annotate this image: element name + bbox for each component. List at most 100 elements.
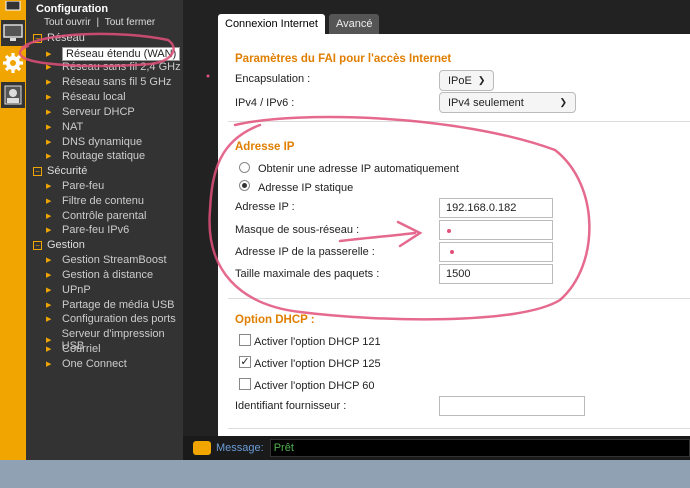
encapsulation-value: IPoE [448,74,472,87]
nav-item-parental-control[interactable]: ▶ Contrôle parental [46,210,146,222]
chevron-down-icon: ❯ [559,97,567,107]
arrow-icon: ▶ [46,302,52,309]
dhcp60-checkbox[interactable] [239,378,251,390]
nav-item-dhcp[interactable]: ▶ Serveur DHCP [46,106,135,118]
status-label: Message: [216,442,264,454]
nav-item-one-connect[interactable]: ▶ One Connect [46,358,127,370]
close-all-link[interactable]: Tout fermer [105,17,156,28]
mtu-input[interactable]: 1500 [439,264,553,284]
dhcp-heading: Option DHCP : [235,314,315,326]
arrow-icon: ▶ [46,213,52,220]
vendor-id-input[interactable] [439,396,585,416]
tab-bar: Connexion Internet Avancé [218,14,383,34]
status-message: Prêt [269,439,690,457]
tab-advanced[interactable]: Avancé [328,14,380,34]
monitor-icon [3,24,23,41]
nav-open-close: Tout ouvrir | Tout fermer [44,17,155,28]
arrow-icon: ▶ [46,272,52,279]
static-ip-label: Adresse IP statique [258,182,354,194]
arrow-icon: ▶ [46,287,52,294]
arrow-icon: ▶ [46,198,52,205]
tab-internet-connection[interactable]: Connexion Internet [218,14,325,34]
nav-divider: | [96,17,100,28]
ip-version-select[interactable]: IPv4 seulement ❯ [439,92,576,113]
nav-item-static-routing[interactable]: ▶ Routage statique [46,150,145,162]
nav-item-upnp[interactable]: ▶ UPnP [46,284,91,296]
nav-item-email[interactable]: ▶ Courriel [46,343,101,355]
nav-item-wifi-5[interactable]: ▶ Réseau sans fil 5 GHz [46,76,171,88]
ip-address-value: 192.168.0.182 [446,202,517,214]
sidebar-navigation: Configuration Tout ouvrir | Tout fermer … [26,0,183,460]
collapse-icon: − [33,166,42,176]
subnet-mask-input[interactable] [439,220,553,240]
nav-item-remote-management[interactable]: ▶ Gestion à distance [46,269,153,281]
nav-item-firewall[interactable]: ▶ Pare-feu [46,180,104,192]
nav-item-firewall-ipv6[interactable]: ▶ Pare-feu IPv6 [46,224,129,236]
nav-section-gestion[interactable]: − Gestion [33,239,85,251]
arrow-icon: ▶ [46,153,52,160]
chevron-down-icon: ❯ [477,75,486,85]
gateway-input[interactable] [439,242,553,262]
gateway-label: Adresse IP de la passerelle : [235,246,375,258]
nav-item-ddns[interactable]: ▶ DNS dynamique [46,136,142,148]
nav-section-securite[interactable]: − Sécurité [33,165,87,177]
gear-icon [3,53,23,73]
nav-title: Configuration [36,3,109,15]
checkmark-icon: ✓ [240,356,250,368]
arrow-icon: ▶ [46,183,52,190]
arrow-icon: ▶ [46,124,52,131]
arrow-icon: ▶ [46,346,52,353]
static-ip-radio[interactable] [239,180,250,191]
vendor-id-label: Identifiant fournisseur : [235,400,347,412]
collapse-icon: − [33,240,42,250]
desktop-taskbar [0,460,690,488]
ip-version-label: IPv4 / IPv6 : [235,97,295,109]
icon-bar [0,0,26,460]
nav-item-lan[interactable]: ▶ Réseau local [46,91,126,103]
divider [228,428,690,429]
arrow-icon: ▶ [46,257,52,264]
nav-item-streamboost[interactable]: ▶ Gestion StreamBoost [46,254,167,266]
arrow-icon: ▶ [46,109,52,116]
subnet-mask-label: Masque de sous-réseau : [235,224,360,236]
collapse-icon: − [33,33,42,43]
user-icon [4,85,22,105]
nav-item-port-config[interactable]: ▶ Configuration des ports [46,313,176,325]
nav-item-nat[interactable]: ▶ NAT [46,121,83,133]
divider [228,298,690,299]
arrow-icon: ▶ [46,94,52,101]
dhcp121-checkbox[interactable] [239,334,251,346]
arrow-icon: ▶ [46,227,52,234]
divider [228,121,690,122]
nav-item-wifi-24[interactable]: ▶ Réseau sans fil 2,4 GHz [46,61,181,73]
mtu-label: Taille maximale des paquets : [235,268,380,280]
dhcp125-checkbox[interactable]: ✓ [239,356,251,368]
auto-ip-label: Obtenir une adresse IP automatiquement [258,163,459,175]
message-icon [193,441,211,455]
isp-heading: Paramètres du FAI pour l'accès Internet [235,53,452,65]
mtu-value: 1500 [446,268,471,280]
ip-heading: Adresse IP [235,141,295,153]
settings-panel: Paramètres du FAI pour l'accès Internet … [218,34,690,436]
ip-address-label: Adresse IP : [235,201,295,213]
open-all-link[interactable]: Tout ouvrir [44,17,91,28]
arrow-icon: ▶ [46,64,52,71]
configuration-button[interactable] [1,50,25,76]
nav-item-wan[interactable]: ▶ Réseau étendu (WAN) [46,47,181,61]
auto-ip-radio[interactable] [239,162,250,173]
monitor-small-icon [5,1,21,11]
arrow-icon: ▶ [46,51,52,58]
arrow-icon: ▶ [46,316,52,323]
ip-version-value: IPv4 seulement [448,96,524,109]
arrow-icon: ▶ [46,79,52,86]
user-button[interactable] [1,82,25,108]
nav-section-reseau[interactable]: − Réseau [33,32,85,44]
encapsulation-label: Encapsulation : [235,73,311,85]
arrow-icon: ▶ [46,361,52,368]
top-icon-button[interactable] [1,0,25,14]
nav-item-usb-media[interactable]: ▶ Partage de média USB [46,299,175,311]
ip-address-input[interactable]: 192.168.0.182 [439,198,553,218]
status-button[interactable] [1,20,25,46]
nav-item-content-filter[interactable]: ▶ Filtre de contenu [46,195,144,207]
encapsulation-select[interactable]: IPoE ❯ [439,70,494,91]
